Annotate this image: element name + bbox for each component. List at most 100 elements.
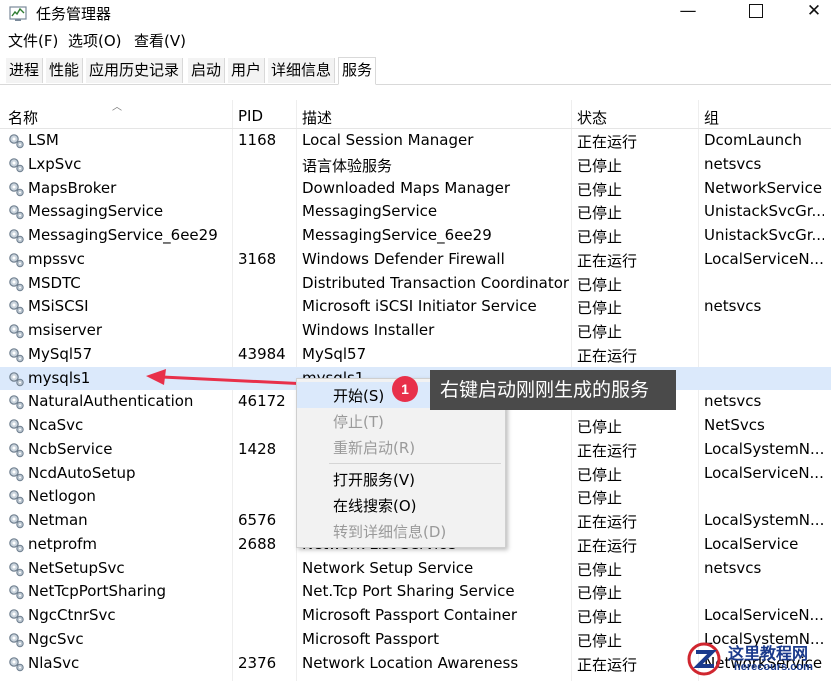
tab-users[interactable]: 用户 [228,58,266,83]
cell-name: Netlogon [28,487,96,506]
maximize-button[interactable] [736,0,776,24]
cell-group: netsvcs [704,297,762,316]
cell-group: NetworkService [704,178,823,197]
table-row[interactable]: NetSetupSvc Network Setup Service 已停止 netsv… [0,557,831,581]
tab-strip: 进程 性能 应用历史记录 启动 用户 详细信息 服务 [0,57,831,85]
service-gear-icon [7,180,25,198]
service-gear-icon [7,156,25,174]
service-gear-icon [7,417,25,435]
column-header-group[interactable]: 组 [704,107,719,128]
cell-name: NlaSvc [28,653,80,672]
table-row[interactable]: LSM 1168 Local Session Manager 正在运行 DcomLaun… [0,129,831,153]
service-gear-icon [7,583,25,601]
service-gear-icon [7,655,25,673]
cell-name: MSiSCSI [28,297,89,316]
cell-status: 正在运行 [577,655,638,674]
menu-view[interactable]: 查看(V) [134,30,186,51]
cell-group: UnistackSvcGr... [704,226,824,244]
tab-details[interactable]: 详细信息 [268,58,336,83]
cell-description: Downloaded Maps Manager [302,178,511,197]
menu-separator [329,463,501,464]
cell-status: 正在运行 [577,513,638,531]
tab-services[interactable]: 服务 [338,57,377,85]
close-button[interactable]: ✕ [794,0,831,24]
cell-status: 已停止 [577,418,623,436]
cell-status: 已停止 [577,608,623,626]
cell-pid: 3168 [238,249,277,268]
cell-group: NetSvcs [704,416,765,434]
cell-name: LSM [28,131,59,149]
tab-app-history[interactable]: 应用历史记录 [86,58,184,83]
cell-name: NcbService [28,439,113,458]
column-header-pid[interactable]: PID [238,107,263,125]
table-row[interactable]: mpssvc 3168 Windows Defender Firewall 正在运行 L… [0,248,831,272]
service-gear-icon [7,203,25,221]
service-gear-icon [7,346,25,364]
cell-group: UnistackSvcGr... [704,202,824,221]
cell-pid: 1168 [238,131,277,149]
cell-group: LocalService [704,534,799,553]
menu-options[interactable]: 选项(O) [68,30,122,51]
cell-group: LocalServiceN... [704,463,824,482]
table-row[interactable]: MySql57 43984 MySql57 正在运行 [0,343,831,367]
table-row[interactable]: MSiSCSI Microsoft iSCSI Initiator Service… [0,295,831,319]
cell-group: LocalServiceN... [704,606,824,624]
cell-status: 已停止 [577,299,623,318]
cell-status: 正在运行 [577,536,638,555]
maximize-icon [749,4,763,18]
table-row[interactable]: LxpSvc 语言体验服务 已停止 netsvcs [0,153,831,177]
cell-description: Microsoft Passport Container [302,606,518,624]
cell-description: Local Session Manager [302,131,474,149]
tab-startup[interactable]: 启动 [188,58,226,83]
cell-description: Net.Tcp Port Sharing Service [302,582,515,601]
table-row[interactable]: MessagingService MessagingService 已停止 Unist… [0,200,831,224]
cell-name: NetTcpPortSharing [28,582,167,601]
cell-status: 已停止 [577,323,623,341]
table-row[interactable]: MapsBroker Downloaded Maps Manager 已停止 Netw… [0,177,831,201]
cell-name: NcaSvc [28,416,84,434]
table-row[interactable]: NgcCtnrSvc Microsoft Passport Container 已停… [0,604,831,628]
watermark-text-en: herecours.com [734,661,813,673]
cell-name: LxpSvc [28,154,82,173]
tab-performance[interactable]: 性能 [46,58,84,83]
cell-status: 正在运行 [577,133,638,151]
task-manager-icon [9,6,27,21]
step-badge: 1 [392,376,418,402]
cell-description: MessagingService [302,202,438,221]
cell-description: Microsoft iSCSI Initiator Service [302,297,537,316]
cell-group: netsvcs [704,154,762,173]
cell-status: 已停止 [577,228,623,246]
title-bar: 任务管理器 — ✕ [0,0,831,28]
table-row[interactable]: NetTcpPortSharing Net.Tcp Port Sharing Se… [0,580,831,604]
tab-processes[interactable]: 进程 [6,58,44,83]
context-menu-go-to-details: 转到详细信息(D) [333,523,447,541]
service-gear-icon [7,631,25,649]
service-gear-icon [7,322,25,340]
column-header-status[interactable]: 状态 [577,107,607,128]
table-row[interactable]: MessagingService_6ee29 MessagingService_6… [0,224,831,248]
cell-description: Distributed Transaction Coordinator [302,273,570,292]
menu-file[interactable]: 文件(F) [8,30,58,51]
context-menu-open-services[interactable]: 打开服务(V) [297,466,505,492]
context-menu-search-online[interactable]: 在线搜索(O) [297,492,505,518]
sort-ascending-icon: ︿ [112,102,122,113]
cell-name: NetSetupSvc [28,558,125,577]
column-header-description[interactable]: 描述 [302,107,332,128]
service-gear-icon [7,465,25,483]
cell-status: 已停止 [577,156,623,175]
service-gear-icon [7,607,25,625]
table-row[interactable]: MSDTC Distributed Transaction Coordinator… [0,272,831,296]
cell-pid: 43984 [238,344,286,363]
service-gear-icon [7,275,25,293]
cell-status: 已停止 [577,489,623,508]
context-menu-stop: 停止(T) [333,413,384,431]
cell-group: LocalSystemN... [704,511,824,529]
minimize-button[interactable]: — [668,0,708,24]
cell-pid: 6576 [238,511,277,529]
cell-group: netsvcs [704,558,762,577]
cell-name: MapsBroker [28,178,117,197]
table-row[interactable]: msiserver Windows Installer 已停止 [0,319,831,343]
column-header-name[interactable]: 名称 [8,107,38,128]
annotation-callout: 右键启动刚刚生成的服务 [430,370,676,410]
minimize-icon: — [679,1,697,21]
